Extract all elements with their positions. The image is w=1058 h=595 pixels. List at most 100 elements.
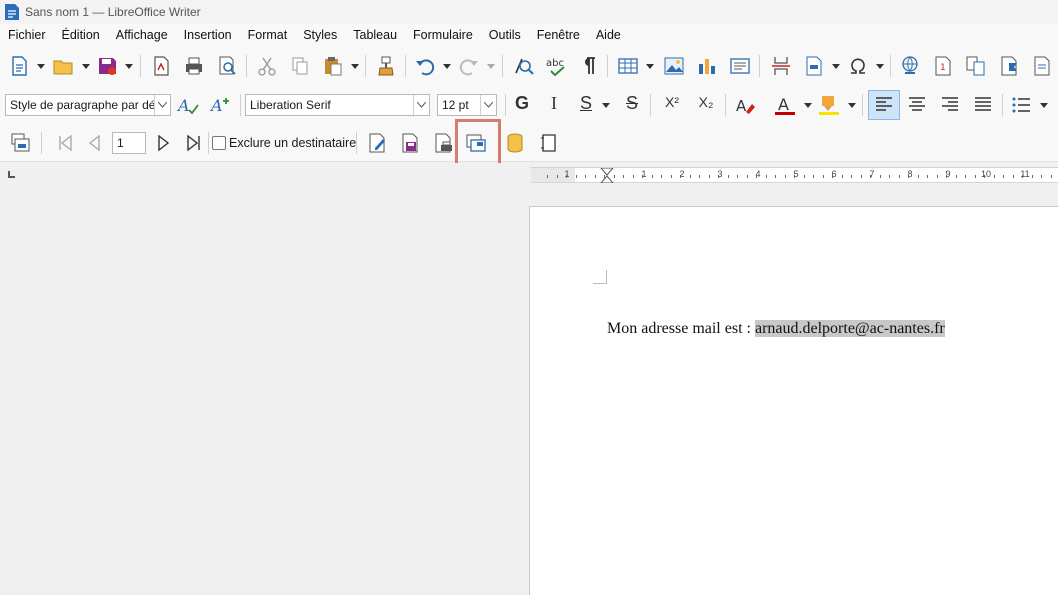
last-record-icon[interactable] [181,130,207,156]
export-pdf-icon[interactable] [148,53,174,79]
undo-icon[interactable] [412,53,438,79]
menu-edition[interactable]: Édition [54,28,108,42]
spelling-icon[interactable]: abc [543,53,569,79]
ruler-tick [651,175,653,178]
unordered-list-icon[interactable] [1008,92,1034,118]
menu-fenetre[interactable]: Fenêtre [529,28,588,42]
cross-reference-icon[interactable] [963,53,989,79]
new-style-icon[interactable]: A [208,92,234,118]
mail-merge-wizard-icon[interactable] [8,130,34,156]
previous-record-icon[interactable] [82,130,108,156]
ruler-tick [1031,175,1033,178]
svg-text:abc: abc [546,58,564,69]
ruler-tick [1003,175,1004,178]
record-number-input[interactable]: 1 [112,132,146,154]
document-page[interactable] [529,206,1058,595]
special-character-icon[interactable] [845,53,871,79]
formatting-marks-icon[interactable] [576,53,602,79]
edit-documents-icon[interactable] [364,130,390,156]
cut-icon[interactable] [254,53,280,79]
insert-field-icon[interactable] [801,53,827,79]
clear-formatting-icon[interactable]: A [732,92,758,118]
align-right-icon[interactable] [937,92,963,118]
paragraph-style-combo[interactable]: Style de paragraphe par défaut [5,94,171,116]
menu-affichage[interactable]: Affichage [108,28,176,42]
menu-fichier[interactable]: Fichier [0,28,54,42]
field-dropdown-icon[interactable] [832,53,840,79]
align-left-icon[interactable] [868,90,900,120]
email-field[interactable]: arnaud.delporte@ac-nantes.fr [754,320,945,337]
menu-insertion[interactable]: Insertion [176,28,240,42]
clone-formatting-icon[interactable] [373,53,399,79]
align-center-icon[interactable] [904,92,930,118]
new-dropdown-icon[interactable] [37,53,45,79]
strikethrough-button[interactable]: S [620,93,644,114]
next-record-icon[interactable] [150,130,176,156]
paste-dropdown-icon[interactable] [351,53,359,79]
footnote-icon[interactable]: 1 [930,53,956,79]
ruler-tick [851,175,852,178]
ruler-tick [794,175,795,178]
track-changes-icon[interactable] [1029,53,1055,79]
save-merged-documents-icon[interactable] [397,130,423,156]
undo-dropdown-icon[interactable] [443,53,451,79]
font-name-combo[interactable]: Liberation Serif [245,94,430,116]
bold-button[interactable]: G [510,93,534,114]
save-icon[interactable] [94,53,120,79]
first-record-icon[interactable] [52,130,78,156]
menu-outils[interactable]: Outils [481,28,529,42]
menu-tableau[interactable]: Tableau [345,28,405,42]
font-color-dropdown-icon[interactable] [804,92,812,118]
print-merged-documents-icon[interactable] [430,130,456,156]
subscript-button[interactable]: X₂ [694,94,718,110]
new-document-icon[interactable] [6,53,32,79]
redo-icon[interactable] [456,53,482,79]
highlighting-dropdown-icon[interactable] [848,92,856,118]
menu-format[interactable]: Format [240,28,296,42]
data-source-icon[interactable] [502,130,528,156]
menu-formulaire[interactable]: Formulaire [405,28,481,42]
redo-dropdown-icon[interactable] [487,53,495,79]
insert-textbox-icon[interactable] [727,53,753,79]
chevron-down-icon[interactable] [154,95,170,115]
menu-styles[interactable]: Styles [295,28,345,42]
insert-table-icon[interactable] [615,53,641,79]
find-replace-icon[interactable] [510,53,536,79]
hyperlink-icon[interactable] [897,53,923,79]
indent-marker-icon[interactable] [600,168,614,183]
underline-button[interactable]: S [574,93,598,114]
justify-icon[interactable] [970,92,996,118]
save-dropdown-icon[interactable] [125,53,133,79]
page-frame-icon[interactable] [536,130,562,156]
paste-icon[interactable] [320,53,346,79]
open-folder-icon[interactable] [50,53,76,79]
print-preview-icon[interactable] [214,53,240,79]
list-dropdown-icon[interactable] [1040,92,1048,118]
copy-icon[interactable] [287,53,313,79]
horizontal-ruler[interactable]: 1 1 2 3 4 5 6 7 8 9 10 11 [531,167,1058,183]
menu-aide[interactable]: Aide [588,28,629,42]
underline-dropdown-icon[interactable] [602,92,610,118]
insert-image-icon[interactable] [661,53,687,79]
italic-button[interactable]: I [542,93,566,114]
tab-stop-icon[interactable] [8,171,15,178]
superscript-button[interactable]: X² [660,94,684,110]
font-size-combo[interactable]: 12 pt [437,94,497,116]
table-dropdown-icon[interactable] [646,53,654,79]
page-break-icon[interactable] [768,53,794,79]
update-style-icon[interactable]: A [175,92,201,118]
special-char-dropdown-icon[interactable] [876,53,884,79]
font-color-icon[interactable]: A [772,92,798,118]
insert-chart-icon[interactable] [694,53,720,79]
document-area[interactable] [0,187,1058,595]
exclude-recipient-checkbox[interactable] [212,136,226,150]
insert-comment-icon[interactable] [996,53,1022,79]
print-icon[interactable] [181,53,207,79]
highlighting-icon[interactable] [816,92,842,118]
document-paragraph[interactable]: Mon adresse mail est : arnaud.delporte@a… [607,320,945,338]
chevron-down-icon[interactable] [413,95,429,115]
ruler-tick [927,175,928,178]
open-dropdown-icon[interactable] [82,53,90,79]
chevron-down-icon[interactable] [480,95,496,115]
ruler-tick [822,175,824,178]
